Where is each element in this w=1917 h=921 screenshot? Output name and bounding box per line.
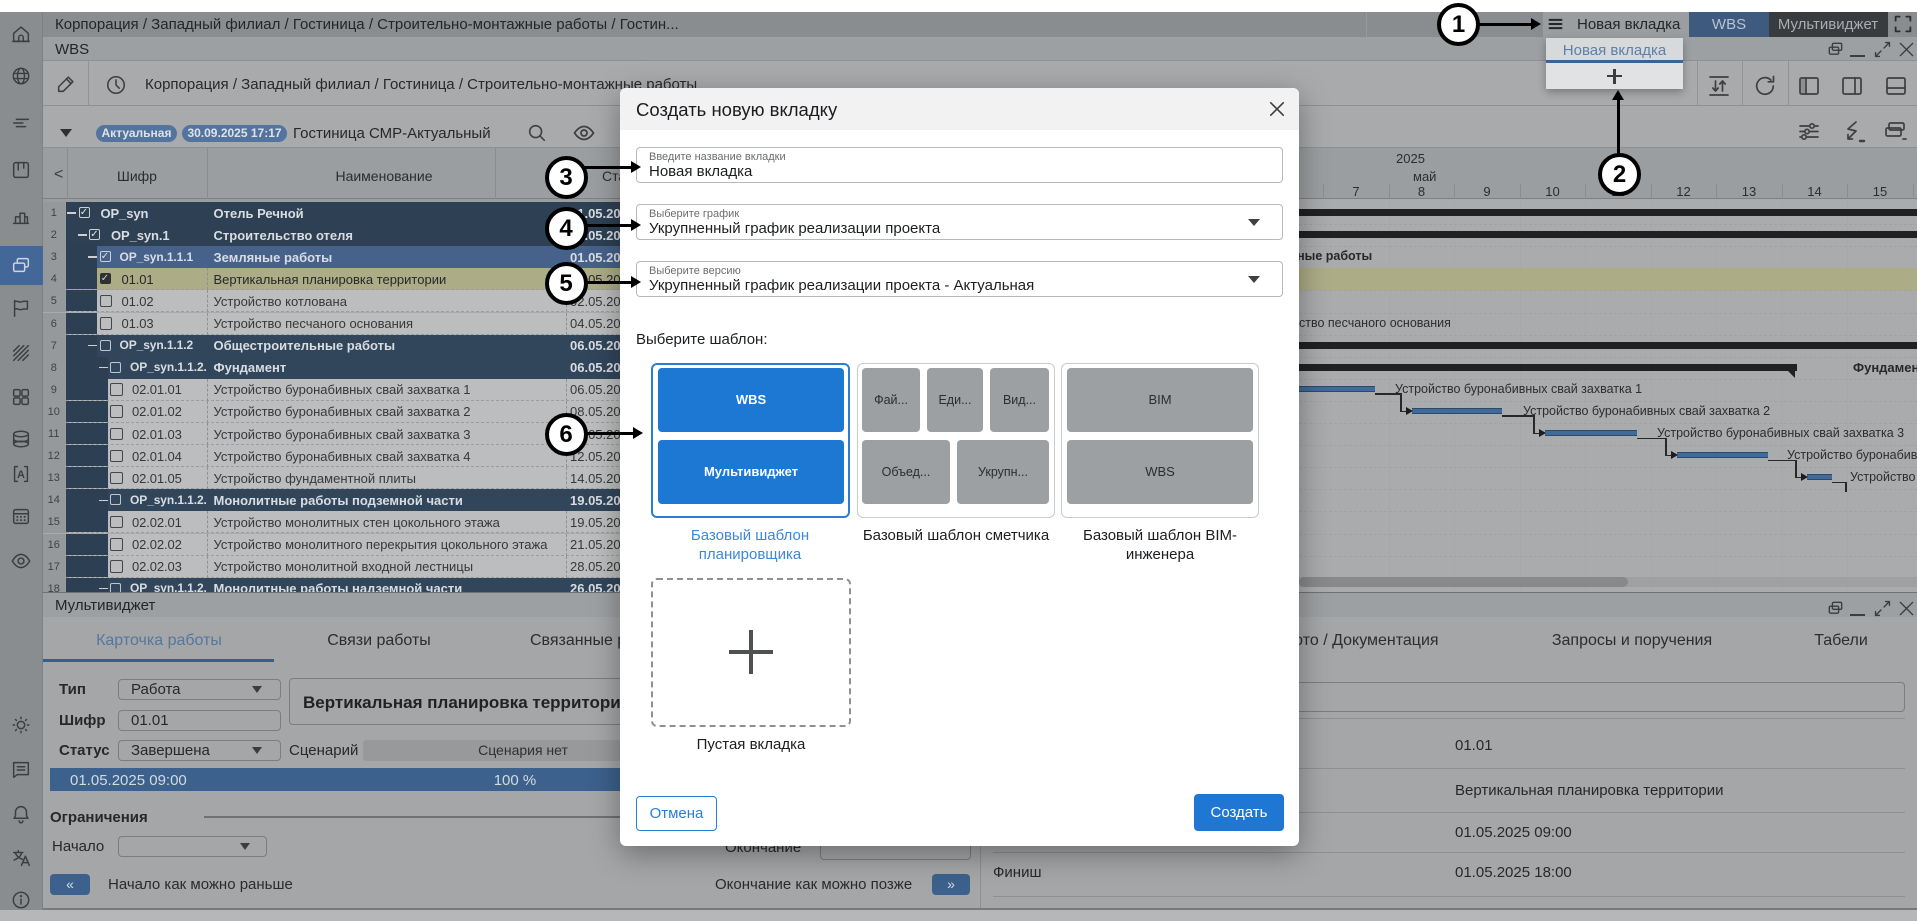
svg-text:A: A: [17, 469, 25, 481]
